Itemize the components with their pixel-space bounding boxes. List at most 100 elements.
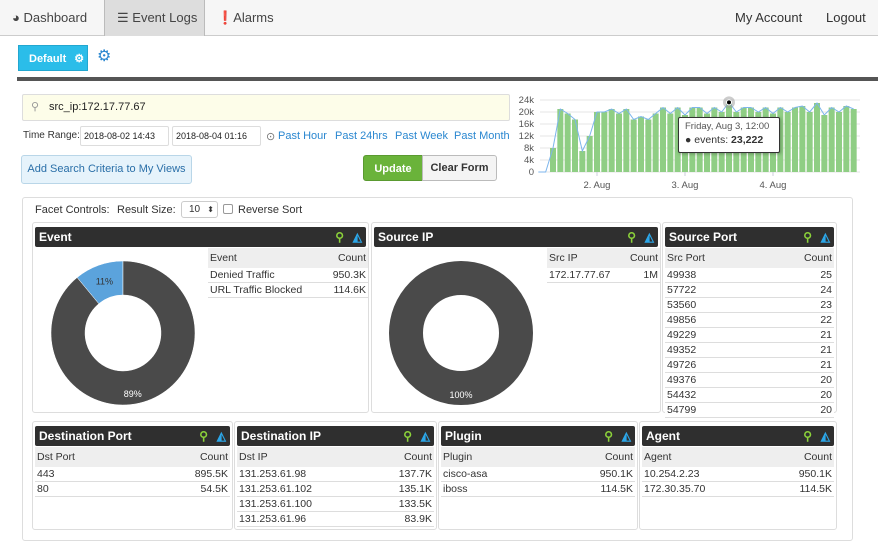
table-row[interactable]: URL Traffic Blocked 114.6K [208,282,368,298]
search-icon[interactable]: ⚲ [803,227,812,247]
table-row[interactable]: 53560 23 [665,297,834,313]
column-header: Plugin [441,447,551,467]
table-row[interactable]: iboss 114.5K [441,481,635,497]
tab-alarms[interactable]: ❗Alarms [205,0,305,36]
search-icon[interactable]: ⚲ [403,426,412,446]
histogram-bar[interactable] [601,112,608,172]
histogram-bar[interactable] [564,113,571,173]
histogram-bar[interactable] [799,106,806,172]
donut-slice[interactable] [389,261,533,405]
search-icon[interactable]: ⚲ [604,426,613,446]
past-week-link[interactable]: Past Week [395,130,448,142]
end-time-input[interactable]: 2018-08-04 01:16 [172,126,261,146]
histogram-bar[interactable] [667,113,674,173]
table-row[interactable]: 10.254.2.23 950.1K [642,467,834,482]
tab-event-logs[interactable]: ☰ Event Logs [104,0,205,36]
search-input[interactable]: ⚲ src_ip:172.17.77.67 [22,94,510,121]
table-row[interactable]: 131.253.61.98 137.7K [237,467,434,482]
table-row[interactable]: 131.253.61.100 133.5K [237,496,434,512]
gear-icon: ⚙ [74,53,85,65]
result-size-select[interactable]: 10 ⬍ [181,201,218,218]
table-row[interactable]: 80 54.5K [35,481,230,497]
facet-table: Src Port Count 49938 25 57722 24 53560 23 49856 2… [665,248,834,418]
row-label: cisco-asa [441,467,551,482]
my-account-link[interactable]: My Account [735,0,802,36]
table-row[interactable]: 172.17.77.67 1M [547,268,660,283]
table-row[interactable]: Denied Traffic 950.3K [208,268,368,283]
area-chart-icon[interactable]: ◭ [421,426,430,446]
search-icon[interactable]: ⚲ [335,227,344,247]
table-row[interactable]: 172.30.35.70 114.5K [642,481,834,497]
histogram-bar[interactable] [579,151,586,172]
row-label: 49856 [665,312,761,328]
histogram-bar[interactable] [638,116,644,173]
histogram-bar[interactable] [828,107,835,173]
table-row[interactable]: 131.253.61.102 135.1K [237,481,434,497]
table-row[interactable]: 49229 21 [665,327,834,343]
table-row[interactable]: 49856 22 [665,312,834,328]
tab-dashboard[interactable]: ◕ Dashboard [0,0,104,36]
column-header: Count [764,447,834,467]
past-24hrs-link[interactable]: Past 24hrs [335,130,388,142]
area-chart-icon[interactable]: ◭ [353,227,362,247]
donut-chart[interactable]: 100% [376,253,546,423]
clear-form-button[interactable]: Clear Form [422,155,497,181]
histogram-bar[interactable] [850,109,857,172]
histogram-bar[interactable] [814,103,820,172]
table-row[interactable]: 49352 21 [665,342,834,358]
start-time-input[interactable]: 2018-08-02 14:43 [80,126,169,146]
histogram-bar[interactable] [806,112,813,172]
add-search-criteria-button[interactable]: Add Search Criteria to My Views [21,155,192,184]
table-row[interactable]: 54799 20 [665,402,834,418]
table-row[interactable]: 54432 20 [665,387,834,403]
histogram-bar[interactable] [836,112,842,172]
donut-slice[interactable] [50,260,196,406]
histogram-bar[interactable] [616,113,622,173]
histogram-bar[interactable] [550,148,556,172]
time-range-label: Time Range: [23,130,80,141]
default-view-button[interactable]: Default ⚙ [18,45,88,71]
area-chart-icon[interactable]: ◭ [821,227,830,247]
area-chart-icon[interactable]: ◭ [622,426,631,446]
panel-dst-ip: Destination IP ⚲ ◭ Dst IP Count 131.253.61.… [234,421,437,530]
histogram-bar[interactable] [660,107,666,173]
histogram-bar[interactable] [608,109,615,172]
histogram-bar[interactable] [623,109,630,172]
histogram-bar[interactable] [630,119,637,173]
histogram-bar[interactable] [843,106,850,172]
histogram-bar[interactable] [792,107,798,173]
row-label: 131.253.61.102 [237,481,370,497]
table-row[interactable]: 49726 21 [665,357,834,373]
area-chart-icon[interactable]: ◭ [645,227,654,247]
table-row[interactable]: 49938 25 [665,268,834,283]
histogram-bar[interactable] [652,113,659,173]
donut-chart[interactable]: 11% 89% [38,253,208,423]
histogram-bar[interactable] [821,115,828,172]
table-row[interactable]: 57722 24 [665,282,834,298]
table-row[interactable]: 49376 20 [665,372,834,388]
table-row[interactable]: cisco-asa 950.1K [441,467,635,482]
logout-link[interactable]: Logout [826,0,866,36]
area-chart-icon[interactable]: ◭ [821,426,830,446]
search-icon[interactable]: ⚲ [627,227,636,247]
past-hour-link[interactable]: Past Hour [278,130,327,142]
search-icon[interactable]: ⚲ [199,426,208,446]
row-label: URL Traffic Blocked [208,282,324,298]
table-row[interactable]: 131.253.61.96 83.9K [237,511,434,527]
row-count: 114.5K [550,481,635,497]
area-chart-icon[interactable]: ◭ [217,426,226,446]
histogram-bar[interactable] [645,119,652,173]
row-label: 443 [35,467,139,482]
update-button[interactable]: Update [363,155,423,181]
panel-agent: Agent ⚲ ◭ Agent Count 10.254.2.23 950.1K 172.… [639,421,837,530]
past-month-link[interactable]: Past Month [454,130,510,142]
histogram-bar[interactable] [784,112,791,172]
histogram-bar[interactable] [594,112,600,172]
facet-table: Event Count Denied Traffic 950.3K URL Traffi… [208,248,368,298]
table-row[interactable]: 443 895.5K [35,467,230,482]
y-tick-label: 12k [519,131,535,142]
row-label: 49376 [665,372,761,388]
reverse-sort-checkbox[interactable] [223,204,233,214]
gears-icon[interactable]: ⚙ [97,46,111,66]
search-icon[interactable]: ⚲ [803,426,812,446]
